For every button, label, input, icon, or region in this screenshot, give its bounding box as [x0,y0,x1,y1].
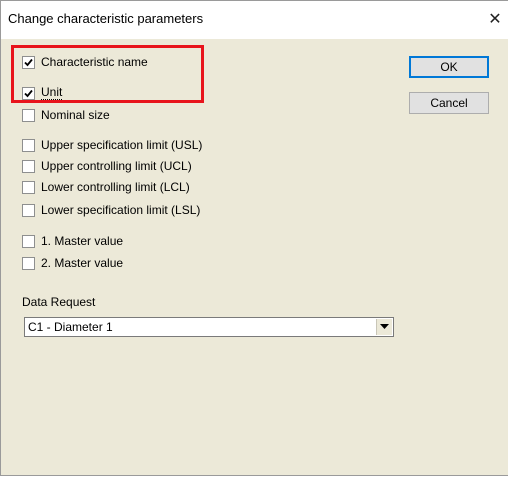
checkmark-icon [24,58,33,67]
ok-button[interactable]: OK [409,56,489,78]
dialog-title: Change characteristic parameters [8,11,204,26]
change-characteristic-dialog: Change characteristic parameters ✕ Chara… [0,0,509,476]
checkbox-label: 2. Master value [41,256,124,270]
checkbox-box[interactable] [22,109,35,122]
checkbox-box[interactable] [22,181,35,194]
checkmark-icon [24,89,33,98]
select-value: C1 - Diameter 1 [28,320,113,334]
title-bar: Change characteristic parameters ✕ [1,1,509,39]
checkbox-box[interactable] [22,235,35,248]
checkbox-box[interactable] [22,257,35,270]
checkbox-label: Unit [41,85,63,100]
checkbox-label: Nominal size [41,108,110,122]
checkbox-box[interactable] [22,204,35,217]
dropdown-button[interactable] [376,319,392,335]
close-icon[interactable]: ✕ [481,5,509,35]
checkbox-box[interactable] [22,160,35,173]
checkbox-label: 1. Master value [41,234,124,248]
checkbox-box[interactable] [22,139,35,152]
checkbox-box[interactable] [22,56,35,69]
checkbox-label: Lower specification limit (LSL) [41,203,201,217]
checkbox-label: Characteristic name [41,55,148,69]
checkbox-box[interactable] [22,87,35,100]
checkbox-label: Upper specification limit (USL) [41,138,203,152]
data-request-label: Data Request [22,295,96,309]
cancel-button[interactable]: Cancel [409,92,489,114]
chevron-down-icon [380,324,389,329]
data-request-select[interactable]: C1 - Diameter 1 [24,317,394,337]
checkbox-label: Lower controlling limit (LCL) [41,180,190,194]
checkbox-label: Upper controlling limit (UCL) [41,159,192,173]
